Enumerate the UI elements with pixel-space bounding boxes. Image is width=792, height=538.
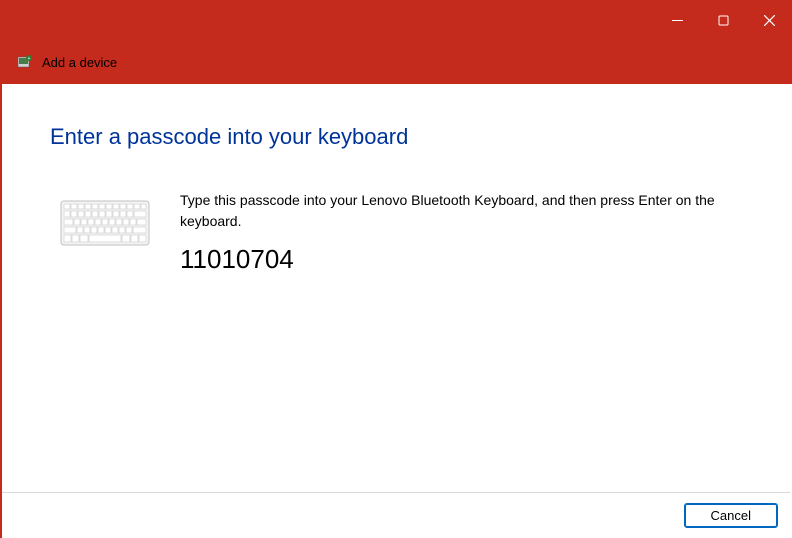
content-area: Enter a passcode into your keyboard Type…	[0, 84, 792, 295]
instruction-text: Type this passcode into your Lenovo Blue…	[180, 190, 742, 232]
maximize-button[interactable]	[700, 4, 746, 36]
close-button[interactable]	[746, 4, 792, 36]
passcode-value: 11010704	[180, 244, 742, 275]
page-heading: Enter a passcode into your keyboard	[50, 124, 742, 150]
titlebar-content: + Add a device	[0, 40, 792, 84]
device-wizard-icon: +	[16, 53, 34, 71]
keyboard-icon	[60, 200, 150, 251]
minimize-button[interactable]	[654, 4, 700, 36]
titlebar: + Add a device	[0, 0, 792, 84]
window-title: Add a device	[42, 55, 117, 70]
window-controls	[0, 0, 792, 40]
footer: Cancel	[2, 492, 790, 538]
cancel-button[interactable]: Cancel	[684, 503, 778, 528]
svg-text:+: +	[28, 56, 31, 62]
instruction-column: Type this passcode into your Lenovo Blue…	[180, 190, 742, 275]
window-border	[0, 84, 2, 538]
body-row: Type this passcode into your Lenovo Blue…	[50, 190, 742, 275]
